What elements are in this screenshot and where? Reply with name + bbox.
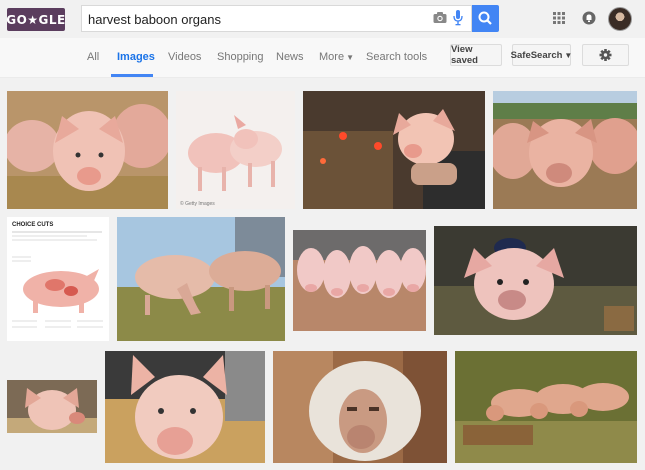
- result-image-baboon[interactable]: [273, 351, 447, 463]
- result-image-pig-face[interactable]: [7, 380, 97, 433]
- gear-icon: [599, 49, 612, 61]
- result-image-piglets-feeding[interactable]: [455, 351, 637, 463]
- tab-search-tools[interactable]: Search tools: [366, 51, 427, 63]
- microphone-icon[interactable]: [453, 10, 463, 26]
- result-image-infographic[interactable]: CHOICE CUTS: [7, 217, 109, 341]
- result-image-pig-pen[interactable]: [293, 230, 426, 331]
- tab-more-label: More: [319, 51, 345, 63]
- search-box[interactable]: [81, 5, 472, 32]
- result-image-pigs-grazing[interactable]: [117, 217, 285, 341]
- top-bar: GO★GLE: [0, 0, 645, 38]
- result-image-piglets-white[interactable]: © Getty Images: [176, 91, 295, 209]
- tab-shopping[interactable]: Shopping: [217, 51, 264, 63]
- safesearch-button[interactable]: SafeSearch ▼: [510, 44, 573, 66]
- chevron-down-icon: ▼: [346, 53, 354, 62]
- search-button[interactable]: [472, 5, 499, 32]
- settings-button[interactable]: [582, 44, 629, 66]
- result-image-pigs-straw[interactable]: [7, 91, 168, 209]
- google-logo[interactable]: GO★GLE: [6, 8, 65, 31]
- tab-images[interactable]: Images: [117, 51, 155, 63]
- tab-all[interactable]: All: [87, 51, 99, 63]
- result-image-pigs-field[interactable]: [493, 91, 637, 209]
- account-avatar[interactable]: [608, 7, 632, 31]
- image-credit: © Getty Images: [180, 201, 215, 207]
- tab-more[interactable]: More ▼: [319, 51, 354, 63]
- result-image-pig-portrait[interactable]: [434, 226, 637, 335]
- view-saved-button[interactable]: View saved: [450, 44, 502, 66]
- notifications-icon[interactable]: [582, 10, 596, 26]
- search-icon: [478, 11, 492, 25]
- camera-icon[interactable]: [433, 12, 447, 23]
- safesearch-label: SafeSearch: [510, 49, 563, 61]
- tab-videos[interactable]: Videos: [168, 51, 201, 63]
- apps-grid-icon[interactable]: [553, 12, 565, 24]
- active-tab-indicator: [111, 74, 153, 77]
- result-image-pig-closeup[interactable]: [105, 351, 265, 463]
- tab-news[interactable]: News: [276, 51, 304, 63]
- result-image-pig-held[interactable]: [303, 91, 485, 209]
- search-input[interactable]: [88, 10, 418, 28]
- chevron-down-icon: ▼: [564, 50, 573, 60]
